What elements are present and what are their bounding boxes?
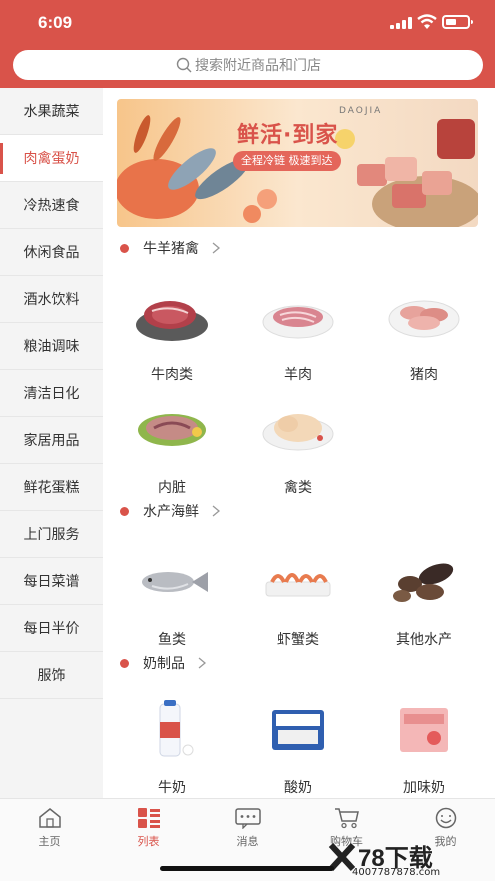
search-placeholder: 搜索附近商品和门店 (195, 58, 321, 74)
sidebar-item-drinks[interactable]: 酒水饮料 (0, 276, 103, 323)
product-category-other-seafood[interactable]: 其他水产 (374, 552, 474, 657)
product-label: 虾蟹类 (277, 632, 319, 648)
sidebar-item-label: 鲜花蛋糕 (23, 480, 80, 496)
watermark: 78下载 4007787878.com (328, 840, 488, 880)
milk-icon (159, 700, 194, 757)
section-header-dairy[interactable]: 奶制品 (117, 652, 207, 674)
product-category-poultry[interactable]: 禽类 (248, 400, 348, 505)
sea-cucumber-icon (393, 563, 454, 602)
fish-icon (142, 572, 208, 592)
product-category-pork[interactable]: 猪肉 (374, 287, 474, 392)
sidebar-item-meat-eggs-dairy[interactable]: 肉禽蛋奶 (0, 135, 103, 182)
sidebar-item-daily-recipes[interactable]: 每日菜谱 (0, 558, 103, 605)
banner-slogan: 全程冷链 极速到达 (233, 151, 341, 171)
sidebar-item-home-goods[interactable]: 家居用品 (0, 417, 103, 464)
section-header-meat-poultry[interactable]: 牛羊猪禽 (117, 237, 221, 259)
banner-title: 鲜活·到家 (237, 123, 339, 148)
search-input[interactable]: 搜索附近商品和门店 (13, 50, 483, 80)
sidebar-item-clothing[interactable]: 服饰 (0, 652, 103, 699)
sidebar-item-label: 清洁日化 (23, 386, 80, 402)
chevron-right-icon (198, 657, 207, 669)
product-label: 牛肉类 (151, 367, 193, 383)
section-title: 牛羊猪禽 (143, 241, 199, 257)
product-category-lamb[interactable]: 羊肉 (248, 287, 348, 392)
tab-home[interactable]: 主页 (0, 805, 99, 848)
sidebar-item-quick-food[interactable]: 冷热速食 (0, 182, 103, 229)
product-category-shrimp-crab[interactable]: 虾蟹类 (248, 552, 348, 657)
section-title: 水产海鲜 (143, 504, 199, 520)
product-category-yogurt[interactable]: 酸奶 (248, 700, 348, 805)
watermark-url: 4007787878.com (352, 867, 441, 878)
beef-icon (136, 301, 208, 341)
product-label: 加味奶 (403, 780, 445, 796)
yogurt-icon (272, 710, 324, 750)
message-icon (235, 808, 261, 829)
product-label: 禽类 (284, 480, 312, 496)
pork-icon (388, 300, 460, 338)
sidebar-item-label: 每日菜谱 (23, 574, 80, 590)
tab-label: 主页 (38, 835, 61, 848)
product-label: 鱼类 (158, 632, 186, 648)
sidebar-item-label: 粮油调味 (23, 339, 80, 355)
profile-icon (435, 807, 457, 829)
lamb-icon (262, 305, 334, 339)
sidebar-item-label: 肉禽蛋奶 (23, 151, 80, 167)
battery-icon (442, 15, 473, 29)
app-header: 6:09 搜索附近商品和门店 (0, 0, 495, 88)
sidebar-item-half-price[interactable]: 每日半价 (0, 605, 103, 652)
product-label: 酸奶 (284, 780, 312, 796)
cellular-signal-icon (390, 17, 412, 29)
wifi-icon (417, 14, 437, 29)
sidebar-item-label: 冷热速食 (23, 198, 80, 214)
section-dot (120, 506, 129, 516)
banner-brand: DAOJIA (339, 106, 383, 116)
sidebar-item-home-service[interactable]: 上门服务 (0, 511, 103, 558)
sidebar-item-label: 家居用品 (23, 433, 80, 449)
section-dot (120, 658, 129, 668)
sidebar-item-label: 休闲食品 (23, 245, 80, 261)
tab-list[interactable]: 列表 (99, 805, 198, 848)
tab-label: 消息 (236, 835, 259, 848)
status-bar: 6:09 (0, 0, 495, 46)
home-icon (39, 808, 61, 828)
sidebar-item-label: 上门服务 (23, 527, 80, 543)
product-label: 猪肉 (410, 367, 438, 383)
product-label: 羊肉 (284, 367, 312, 383)
section-header-seafood[interactable]: 水产海鲜 (117, 500, 221, 522)
category-sidebar: 水果蔬菜 肉禽蛋奶 冷热速食 休闲食品 酒水饮料 粮油调味 清洁日化 家居用品 … (0, 88, 103, 798)
product-category-fish[interactable]: 鱼类 (122, 552, 222, 657)
promo-banner[interactable]: DAOJIA 鲜活·到家 全程冷链 极速到达 (117, 99, 478, 227)
product-label: 其他水产 (396, 632, 452, 648)
product-label: 内脏 (158, 480, 186, 496)
sidebar-item-label: 酒水饮料 (23, 292, 80, 308)
sidebar-item-snacks[interactable]: 休闲食品 (0, 229, 103, 276)
flavored-milk-icon (400, 708, 448, 752)
chevron-right-icon (212, 505, 221, 517)
list-icon (138, 808, 160, 828)
chevron-right-icon (212, 242, 221, 254)
product-category-milk[interactable]: 牛奶 (122, 700, 222, 805)
section-dot (120, 243, 129, 253)
product-category-offal[interactable]: 内脏 (122, 400, 222, 505)
status-time: 6:09 (38, 13, 73, 32)
product-label: 牛奶 (158, 780, 186, 796)
shrimp-icon (265, 573, 331, 597)
product-category-beef[interactable]: 牛肉类 (122, 287, 222, 392)
search-icon (176, 57, 192, 73)
tab-label: 列表 (137, 835, 160, 848)
cart-icon (335, 808, 359, 829)
tab-messages[interactable]: 消息 (198, 805, 297, 848)
poultry-icon (262, 414, 334, 451)
product-category-flavored-milk[interactable]: 加味奶 (374, 700, 474, 805)
sidebar-item-label: 服饰 (37, 668, 66, 684)
offal-icon (138, 414, 206, 446)
sidebar-item-cleaning[interactable]: 清洁日化 (0, 370, 103, 417)
sidebar-item-flowers-cakes[interactable]: 鲜花蛋糕 (0, 464, 103, 511)
sidebar-item-grain-oil[interactable]: 粮油调味 (0, 323, 103, 370)
sidebar-item-label: 水果蔬菜 (23, 104, 80, 120)
section-title: 奶制品 (143, 656, 185, 672)
sidebar-item-label: 每日半价 (23, 621, 80, 637)
sidebar-item-fruits-vegetables[interactable]: 水果蔬菜 (0, 88, 103, 135)
home-indicator (160, 866, 334, 871)
